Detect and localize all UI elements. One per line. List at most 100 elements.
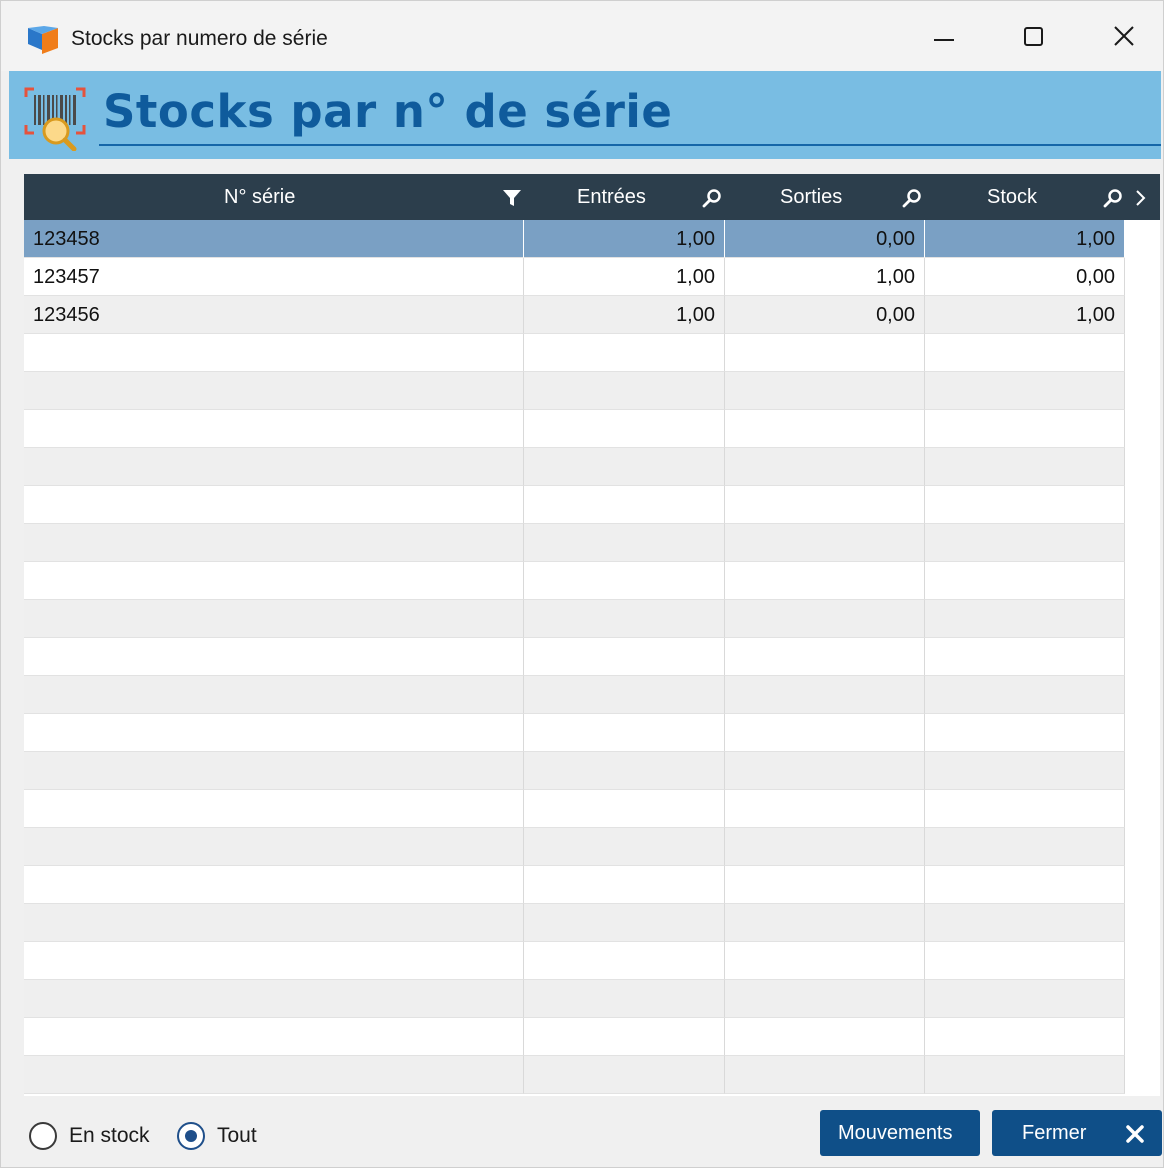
cell-stock[interactable]	[925, 600, 1125, 638]
cell-entrees[interactable]: 1,00	[524, 296, 725, 334]
empty-table-row[interactable]	[24, 448, 1125, 486]
cell-sorties[interactable]	[725, 904, 925, 942]
empty-table-row[interactable]	[24, 866, 1125, 904]
cell-stock[interactable]	[925, 448, 1125, 486]
empty-table-row[interactable]	[24, 904, 1125, 942]
empty-table-row[interactable]	[24, 638, 1125, 676]
empty-table-row[interactable]	[24, 1018, 1125, 1056]
chevron-right-icon[interactable]	[1134, 188, 1148, 208]
empty-table-row[interactable]	[24, 790, 1125, 828]
table-row[interactable]: 123457 1,00 1,00 0,00	[24, 258, 1125, 296]
cell-stock[interactable]	[925, 904, 1125, 942]
cell-entrees[interactable]	[524, 372, 725, 410]
search-icon[interactable]	[1103, 188, 1123, 208]
cell-sorties[interactable]	[725, 372, 925, 410]
cell-serial[interactable]	[24, 600, 524, 638]
search-icon[interactable]	[702, 188, 722, 208]
cell-stock[interactable]	[925, 638, 1125, 676]
cell-sorties[interactable]	[725, 980, 925, 1018]
cell-sorties[interactable]	[725, 524, 925, 562]
cell-stock[interactable]: 1,00	[925, 296, 1125, 334]
cell-sorties[interactable]	[725, 752, 925, 790]
cell-entrees[interactable]	[524, 866, 725, 904]
cell-entrees[interactable]	[524, 410, 725, 448]
cell-entrees[interactable]	[524, 676, 725, 714]
cell-serial[interactable]	[24, 1018, 524, 1056]
cell-entrees[interactable]	[524, 942, 725, 980]
cell-stock[interactable]	[925, 562, 1125, 600]
cell-entrees[interactable]: 1,00	[524, 258, 725, 296]
empty-table-row[interactable]	[24, 524, 1125, 562]
cell-serial[interactable]: 123456	[24, 296, 524, 334]
cell-entrees[interactable]	[524, 486, 725, 524]
cell-stock[interactable]	[925, 1018, 1125, 1056]
empty-table-row[interactable]	[24, 562, 1125, 600]
cell-sorties[interactable]	[725, 486, 925, 524]
search-icon[interactable]	[902, 188, 922, 208]
cell-sorties[interactable]	[725, 562, 925, 600]
cell-sorties[interactable]: 1,00	[725, 258, 925, 296]
cell-sorties[interactable]	[725, 942, 925, 980]
cell-serial[interactable]	[24, 790, 524, 828]
cell-entrees[interactable]	[524, 600, 725, 638]
cell-stock[interactable]	[925, 372, 1125, 410]
cell-sorties[interactable]	[725, 828, 925, 866]
empty-table-row[interactable]	[24, 410, 1125, 448]
cell-serial[interactable]	[24, 752, 524, 790]
empty-table-row[interactable]	[24, 980, 1125, 1018]
cell-serial[interactable]	[24, 562, 524, 600]
cell-entrees[interactable]	[524, 334, 725, 372]
cell-stock[interactable]	[925, 334, 1125, 372]
column-serial[interactable]: N° série	[24, 174, 524, 220]
cell-serial[interactable]	[24, 334, 524, 372]
cell-serial[interactable]	[24, 714, 524, 752]
cell-stock[interactable]	[925, 790, 1125, 828]
cell-stock[interactable]	[925, 752, 1125, 790]
empty-table-row[interactable]	[24, 676, 1125, 714]
empty-table-row[interactable]	[24, 600, 1125, 638]
cell-stock[interactable]: 1,00	[925, 220, 1125, 258]
column-entrees[interactable]: Entrées	[524, 174, 725, 220]
cell-stock[interactable]	[925, 1056, 1125, 1094]
cell-entrees[interactable]	[524, 752, 725, 790]
cell-entrees[interactable]	[524, 524, 725, 562]
cell-serial[interactable]	[24, 486, 524, 524]
cell-serial[interactable]	[24, 942, 524, 980]
mouvements-button[interactable]: Mouvements	[820, 1110, 980, 1156]
cell-sorties[interactable]	[725, 600, 925, 638]
cell-serial[interactable]	[24, 828, 524, 866]
cell-entrees[interactable]	[524, 714, 725, 752]
cell-entrees[interactable]	[524, 638, 725, 676]
cell-entrees[interactable]	[524, 904, 725, 942]
cell-sorties[interactable]	[725, 1018, 925, 1056]
cell-serial[interactable]	[24, 980, 524, 1018]
cell-sorties[interactable]: 0,00	[725, 220, 925, 258]
cell-serial[interactable]	[24, 372, 524, 410]
cell-sorties[interactable]	[725, 334, 925, 372]
cell-serial[interactable]	[24, 410, 524, 448]
cell-serial[interactable]	[24, 866, 524, 904]
table-row[interactable]: 123456 1,00 0,00 1,00	[24, 296, 1125, 334]
cell-serial[interactable]	[24, 638, 524, 676]
minimize-button[interactable]	[909, 11, 979, 61]
column-sorties[interactable]: Sorties	[725, 174, 925, 220]
close-button[interactable]	[1089, 11, 1159, 61]
cell-serial[interactable]: 123457	[24, 258, 524, 296]
cell-stock[interactable]	[925, 980, 1125, 1018]
cell-sorties[interactable]	[725, 790, 925, 828]
empty-table-row[interactable]	[24, 372, 1125, 410]
cell-sorties[interactable]: 0,00	[725, 296, 925, 334]
cell-sorties[interactable]	[725, 714, 925, 752]
table-row[interactable]: 123458 1,00 0,00 1,00	[24, 220, 1125, 258]
cell-stock[interactable]	[925, 828, 1125, 866]
empty-table-row[interactable]	[24, 828, 1125, 866]
cell-stock[interactable]	[925, 486, 1125, 524]
empty-table-row[interactable]	[24, 486, 1125, 524]
cell-serial[interactable]: 123458	[24, 220, 524, 258]
cell-serial[interactable]	[24, 448, 524, 486]
cell-sorties[interactable]	[725, 410, 925, 448]
maximize-button[interactable]	[999, 11, 1069, 61]
cell-serial[interactable]	[24, 904, 524, 942]
cell-entrees[interactable]	[524, 1056, 725, 1094]
cell-sorties[interactable]	[725, 638, 925, 676]
